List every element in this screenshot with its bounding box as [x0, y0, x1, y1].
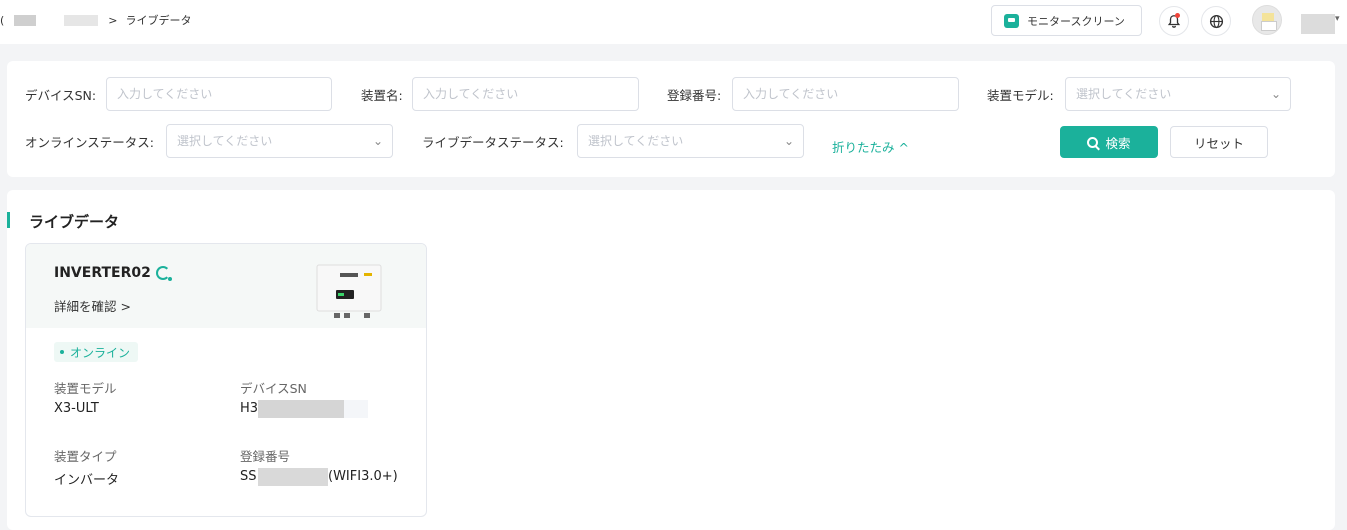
registration-label: 登録番号	[240, 449, 291, 464]
status-dot-icon	[60, 350, 64, 354]
redacted-sn	[344, 400, 368, 418]
search-icon	[1087, 136, 1099, 148]
notification-dot	[1175, 13, 1180, 18]
device-name-label: 装置名:	[361, 88, 403, 103]
top-header: ( > ライブデータ モニタースクリーン ▾	[0, 0, 1347, 44]
avatar[interactable]	[1252, 5, 1282, 35]
device-model-select[interactable]: 選択してください ⌄	[1065, 77, 1291, 111]
redacted-registration	[258, 468, 328, 486]
search-button[interactable]: 検索	[1060, 126, 1158, 158]
model-label: 装置モデル	[54, 381, 117, 396]
type-label: 装置タイプ	[54, 449, 117, 464]
language-button[interactable]	[1201, 6, 1231, 36]
breadcrumb-prefix: (	[0, 13, 5, 27]
section-accent-bar	[7, 212, 10, 228]
section-title: ライブデータ	[29, 213, 120, 231]
inverter-image	[316, 264, 382, 318]
view-details-link[interactable]: 詳細を確認 >	[54, 296, 131, 315]
chevron-down-icon: ⌄	[1270, 87, 1281, 101]
registration-prefix: SS	[240, 469, 257, 484]
online-status-select[interactable]: 選択してください ⌄	[166, 124, 393, 158]
redacted-breadcrumb	[14, 14, 37, 26]
monitor-screen-label: モニタースクリーン	[1027, 14, 1125, 28]
registration-no-label: 登録番号:	[667, 88, 722, 103]
breadcrumb-current: ライブデータ	[125, 14, 192, 27]
device-sn-input[interactable]: 入力してください	[106, 77, 332, 111]
globe-icon	[1209, 14, 1223, 28]
filter-panel: デバイスSN: 入力してください 装置名: 入力してください 登録番号: 入力し…	[7, 61, 1335, 177]
device-card[interactable]: INVERTER02 詳細を確認 > オンライン 装置モデル X3-ULT デバ…	[25, 243, 427, 517]
device-model-label: 装置モデル:	[987, 88, 1054, 103]
registration-suffix: (WIFI3.0+)	[328, 469, 398, 484]
registration-no-input[interactable]: 入力してください	[732, 77, 959, 111]
model-value: X3-ULT	[54, 401, 99, 416]
status-badge: オンライン	[54, 342, 139, 362]
device-name: INVERTER02	[54, 265, 151, 281]
device-sn-label: デバイスSN:	[25, 88, 97, 103]
chevron-down-icon[interactable]: ▾	[1335, 14, 1340, 24]
redacted-username[interactable]	[1301, 14, 1335, 34]
monitor-screen-button[interactable]: モニタースクリーン	[991, 5, 1142, 36]
notification-button[interactable]	[1159, 6, 1189, 36]
collapse-link[interactable]: 折りたたみ ^	[832, 137, 909, 156]
breadcrumb: ( > ライブデータ	[0, 12, 192, 28]
redacted-breadcrumb	[64, 14, 99, 26]
refresh-icon[interactable]	[156, 266, 172, 281]
sn-value: H3	[240, 401, 259, 416]
redacted-sn	[258, 400, 344, 418]
device-name-input[interactable]: 入力してください	[412, 77, 639, 111]
type-value: インバータ	[54, 473, 120, 488]
live-data-section: ライブデータ INVERTER02 詳細を確認 > オンライン 装置モデル X3…	[7, 190, 1335, 530]
live-data-status-select[interactable]: 選択してください ⌄	[577, 124, 804, 158]
breadcrumb-separator: >	[108, 13, 118, 27]
chevron-down-icon: ⌄	[783, 134, 794, 148]
chevron-down-icon: ⌄	[372, 134, 383, 148]
live-data-status-label: ライブデータステータス:	[422, 135, 564, 150]
reset-button[interactable]: リセット	[1170, 126, 1268, 158]
sn-label: デバイスSN	[240, 381, 307, 396]
monitor-icon	[1004, 13, 1019, 28]
online-status-label: オンラインステータス:	[25, 135, 154, 150]
